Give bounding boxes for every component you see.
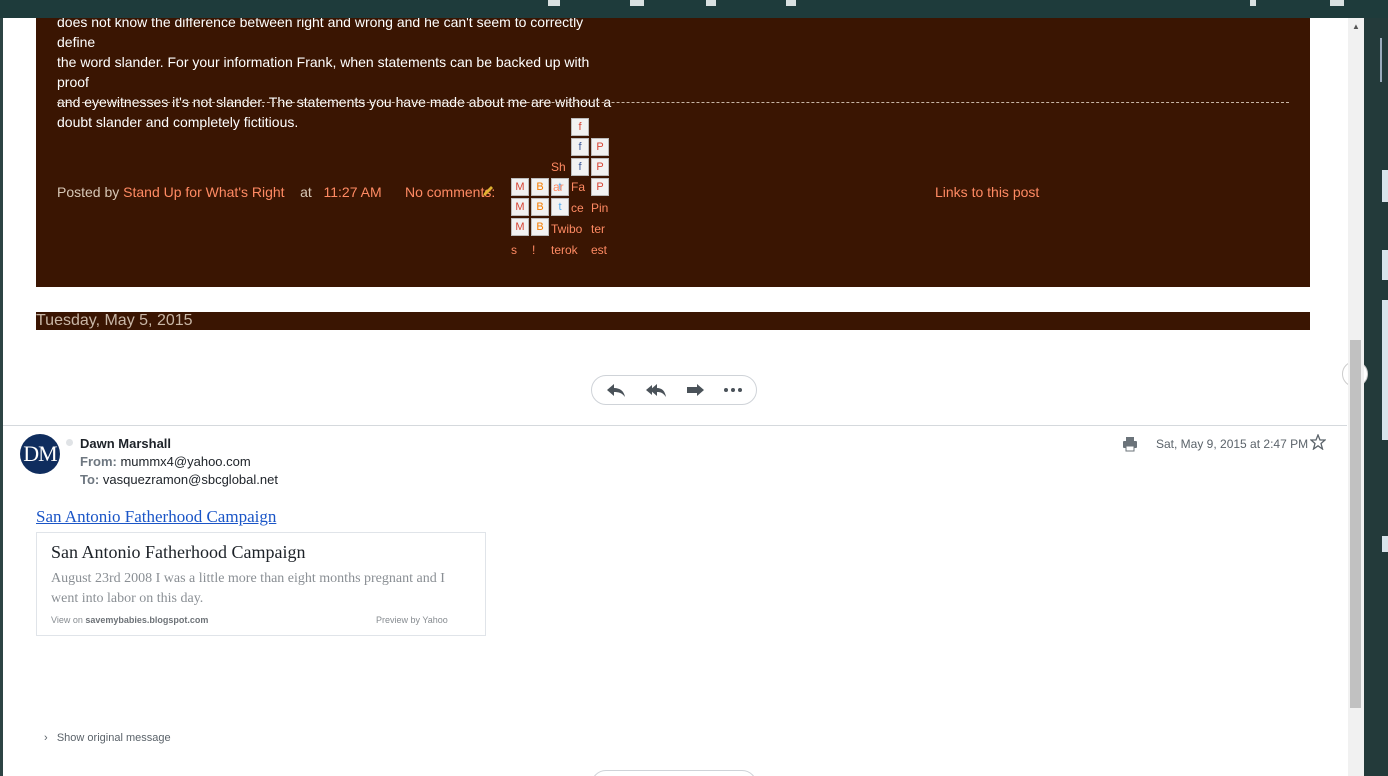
to-label: To:: [80, 472, 100, 487]
star-icon[interactable]: [1310, 434, 1326, 450]
toolbar-icon[interactable]: [1330, 0, 1344, 6]
sidebar-thumb[interactable]: [1382, 170, 1388, 202]
share-label[interactable]: terok: [551, 243, 578, 257]
card-view-on: View on savemybabies.blogspot.com: [51, 615, 208, 625]
to-address[interactable]: vasquezramon@sbcglobal.net: [103, 472, 278, 487]
facebook-icon[interactable]: f: [571, 158, 589, 176]
post-line: the word slander. For your information F…: [57, 54, 590, 90]
gmail-icon[interactable]: M: [511, 178, 529, 196]
post-time-link[interactable]: 11:27 AM: [324, 184, 382, 200]
from-label: From:: [80, 454, 117, 469]
links-to-post[interactable]: Links to this post: [935, 184, 1039, 200]
reply-all-icon[interactable]: [645, 381, 667, 399]
blogger-icon[interactable]: B: [531, 198, 549, 216]
to-line: To: vasquezramon@sbcglobal.net: [80, 472, 278, 487]
show-original-toggle[interactable]: › Show original message: [44, 732, 171, 744]
share-label[interactable]: Pin: [591, 201, 608, 215]
presence-dot: [66, 439, 73, 446]
share-label[interactable]: Sh: [551, 160, 566, 174]
sender-name[interactable]: Dawn Marshall: [80, 436, 171, 451]
message-separator: [3, 425, 1347, 426]
from-line: From: mummx4@yahoo.com: [80, 454, 251, 469]
top-toolbar: [0, 0, 1388, 18]
message-actions-bottom: [591, 770, 757, 776]
post-footer: Posted by Stand Up for What's Right at 1…: [57, 184, 495, 200]
toolbar-icon[interactable]: [706, 0, 716, 6]
post-divider: [57, 102, 1289, 103]
share-label[interactable]: est: [591, 243, 607, 257]
sidebar-thumb[interactable]: [1382, 250, 1388, 280]
blogger-icon[interactable]: B: [531, 178, 549, 196]
card-title: San Antonio Fatherhood Campaign: [51, 542, 306, 562]
share-label[interactable]: ce: [571, 201, 584, 215]
scrollbar[interactable]: ▲: [1348, 18, 1364, 776]
gmail-icon[interactable]: M: [511, 198, 529, 216]
post-line: does not know the difference between rig…: [57, 18, 584, 50]
share-label[interactable]: Fa: [571, 180, 585, 194]
blogger-icon[interactable]: B: [531, 218, 549, 236]
posted-by-label: Posted by: [57, 184, 120, 200]
sidebar-strip: [1380, 38, 1382, 82]
scrollbar-thumb[interactable]: [1350, 340, 1361, 708]
toolbar-icon[interactable]: [630, 0, 644, 6]
forward-icon[interactable]: [684, 381, 706, 399]
left-border: [0, 18, 3, 776]
show-original-label: Show original message: [56, 732, 171, 744]
toolbar-icon[interactable]: [1250, 0, 1256, 6]
print-icon[interactable]: [1122, 436, 1138, 452]
facebook-icon[interactable]: f: [571, 138, 589, 156]
card-description: August 23rd 2008 I was a little more tha…: [51, 571, 445, 606]
share-icon[interactable]: f: [571, 118, 589, 136]
chevron-right-icon: ›: [44, 732, 48, 744]
share-label[interactable]: !: [532, 243, 535, 257]
reply-icon[interactable]: [605, 381, 627, 399]
link-preview-card[interactable]: San Antonio Fatherhood Campaign August 2…: [36, 532, 486, 636]
share-label[interactable]: ter: [591, 222, 605, 236]
gmail-icon[interactable]: M: [511, 218, 529, 236]
pinterest-icon[interactable]: P: [591, 138, 609, 156]
date-header: Tuesday, May 5, 2015: [36, 312, 1310, 330]
pinterest-icon[interactable]: P: [591, 158, 609, 176]
at-label: at: [300, 184, 312, 200]
email-date: Sat, May 9, 2015 at 2:47 PM: [1156, 437, 1309, 451]
share-buttons: f f P f P P M B t M B t M B Sh ar Fa ce …: [510, 118, 620, 268]
twitter-icon[interactable]: t: [551, 198, 569, 216]
author-link[interactable]: Stand Up for What's Right: [123, 184, 284, 200]
sidebar-thumb[interactable]: [1382, 536, 1388, 552]
view-on-site[interactable]: savemybabies.blogspot.com: [85, 615, 208, 625]
blog-post-panel: does not know the difference between rig…: [36, 18, 1310, 287]
share-label[interactable]: Twibo: [551, 222, 582, 236]
more-icon[interactable]: [722, 381, 744, 399]
preview-by: Preview by Yahoo: [376, 615, 448, 625]
scroll-up-icon[interactable]: ▲: [1352, 22, 1360, 31]
share-label[interactable]: ar: [553, 180, 564, 194]
toolbar-icon[interactable]: [786, 0, 796, 6]
message-actions: [591, 375, 757, 405]
right-sidebar: [1364, 18, 1388, 776]
sidebar-thumb[interactable]: [1382, 300, 1388, 440]
share-label[interactable]: s: [511, 243, 517, 257]
avatar: DM: [20, 434, 60, 474]
message-pane: does not know the difference between rig…: [0, 18, 1348, 776]
pinterest-icon[interactable]: P: [591, 178, 609, 196]
campaign-link[interactable]: San Antonio Fatherhood Campaign: [36, 507, 276, 527]
view-on-label: View on: [51, 615, 83, 625]
toolbar-icon[interactable]: [548, 0, 560, 6]
post-body: does not know the difference between rig…: [57, 18, 617, 132]
pencil-icon[interactable]: [481, 184, 495, 198]
from-address[interactable]: mummx4@yahoo.com: [120, 454, 250, 469]
